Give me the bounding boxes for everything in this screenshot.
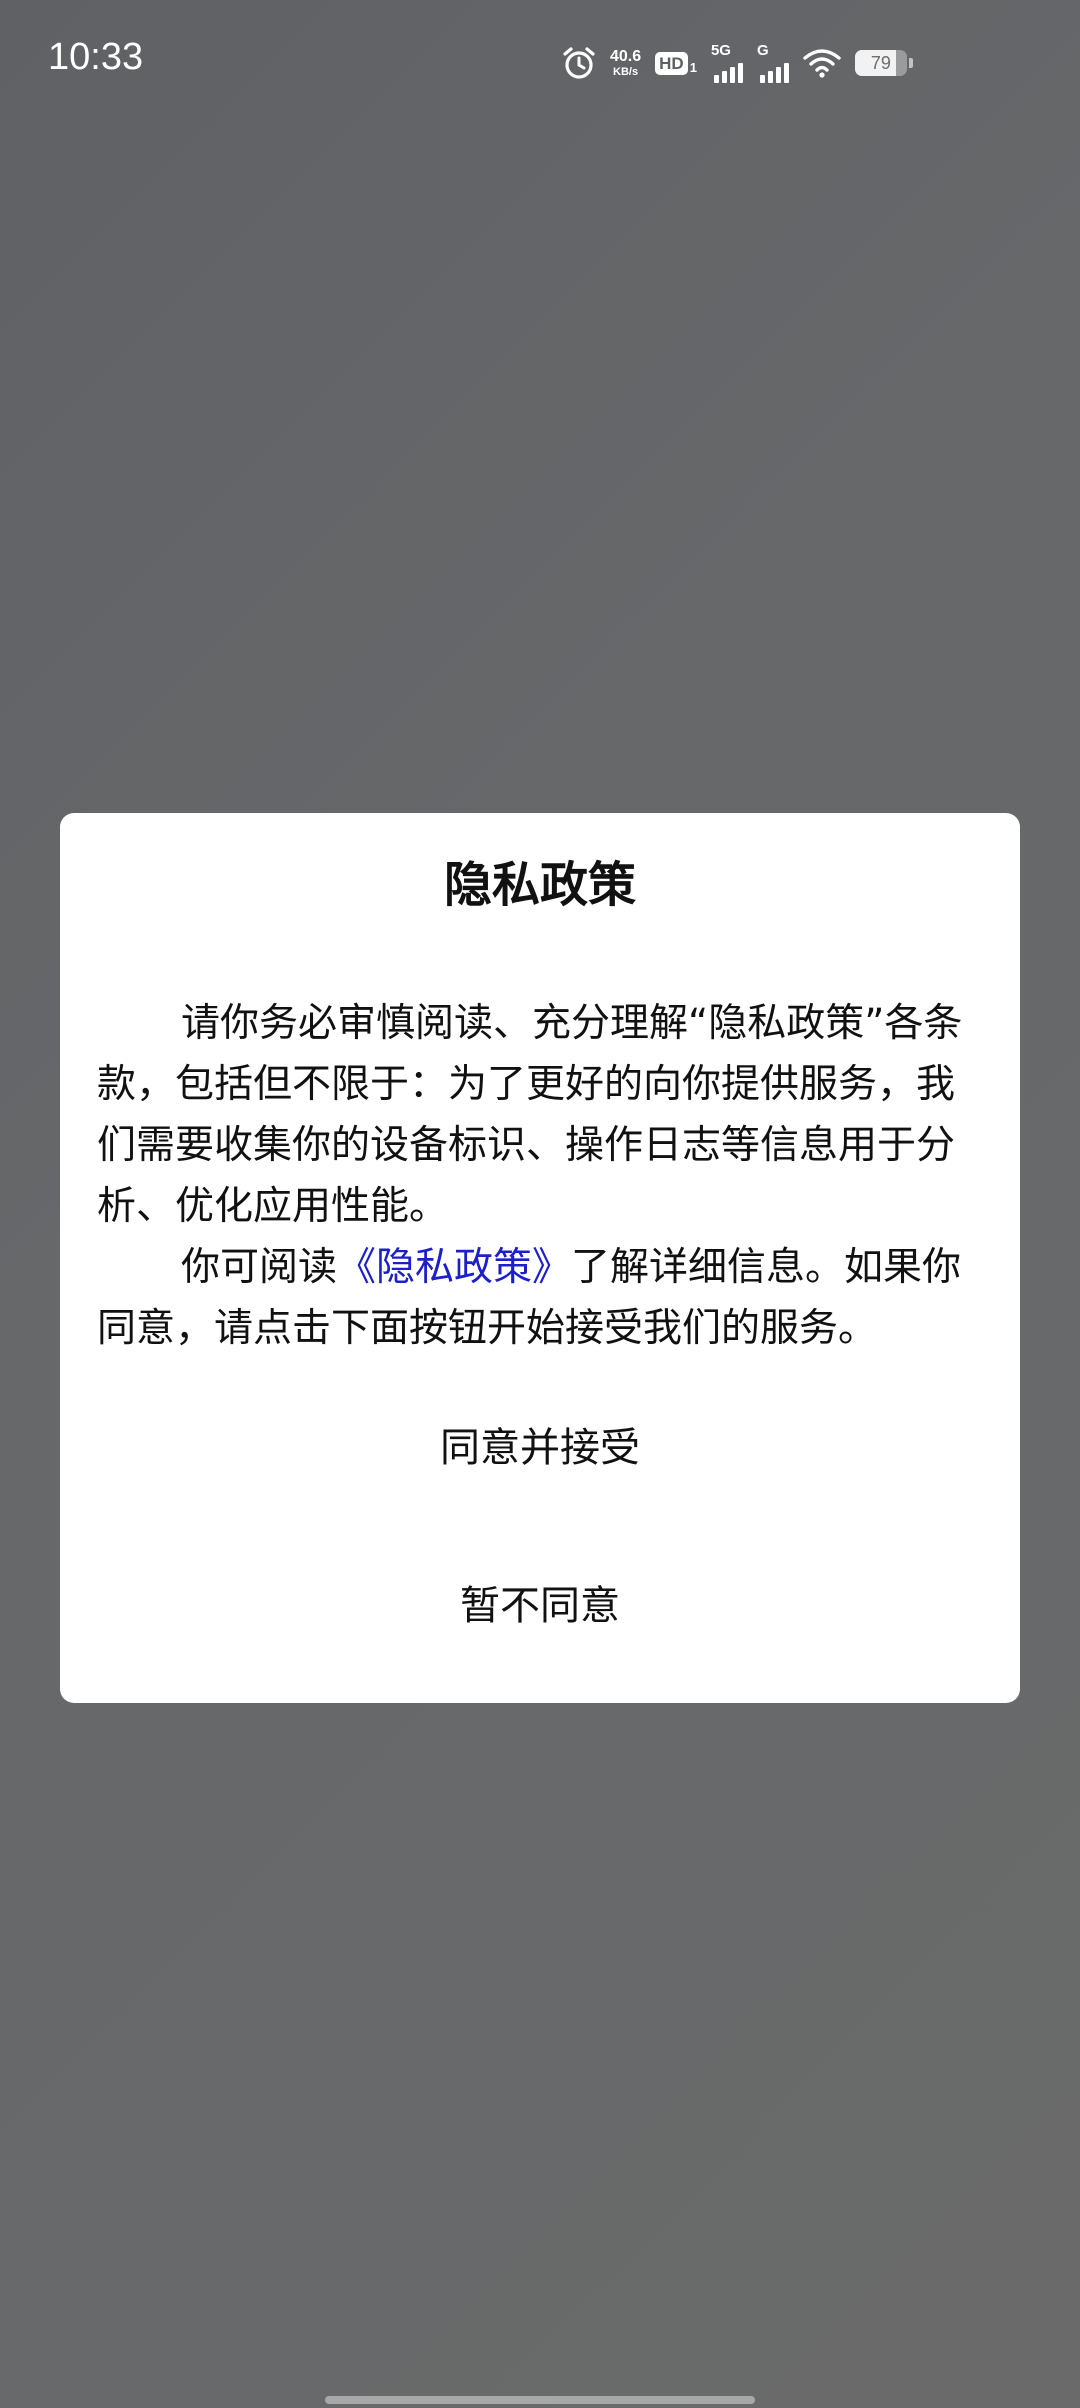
network-speed-unit: KB/s	[613, 65, 639, 78]
hd-volte-icon: HD 1	[655, 51, 697, 75]
agree-button[interactable]: 同意并接受	[60, 1389, 1020, 1499]
signal-5g-icon: 5G	[711, 43, 743, 83]
signal-g-icon: G	[757, 43, 789, 83]
status-icons: 40.6 KB/s HD 1 5G G 79	[562, 38, 927, 88]
hd-label: HD	[655, 51, 688, 75]
battery-tip	[908, 58, 913, 68]
dialog-title: 隐私政策	[443, 857, 636, 913]
paragraph-2-prefix: 你可阅读	[181, 1245, 338, 1290]
disagree-button[interactable]: 暂不同意	[60, 1547, 1020, 1657]
dialog-paragraph-1: 请你务必审慎阅读、充分理解“隐私政策”各条款，包括但不限于：为了更好的向你提供服…	[97, 1001, 963, 1229]
dialog-body: 请你务必审慎阅读、充分理解“隐私政策”各条款，包括但不限于：为了更好的向你提供服…	[97, 993, 987, 1359]
privacy-dialog: 隐私政策 请你务必审慎阅读、充分理解“隐私政策”各条款，包括但不限于：为了更好的…	[60, 813, 1020, 1703]
signal-g-label: G	[756, 42, 769, 59]
hd-sub-label: 1	[689, 59, 697, 75]
status-bar: 10:33 40.6 KB/s HD 1 5G G 79	[0, 0, 1080, 130]
wifi-icon	[803, 49, 841, 78]
alarm-icon	[563, 47, 595, 79]
network-speed-value: 40.6	[610, 47, 642, 65]
dialog-paragraph-2: 你可阅读《隐私政策》了解详细信息。如果你同意，请点击下面按钮开始接受我们的服务。	[97, 1237, 987, 1359]
signal-5g-label: 5G	[710, 42, 731, 59]
battery-icon: 79	[854, 50, 907, 76]
privacy-policy-link[interactable]: 《隐私政策》	[337, 1245, 571, 1290]
network-speed: 40.6 KB/s	[610, 47, 642, 78]
battery-level: 79	[870, 53, 891, 73]
home-indicator[interactable]	[325, 2396, 755, 2404]
status-time: 10:33	[48, 36, 144, 78]
